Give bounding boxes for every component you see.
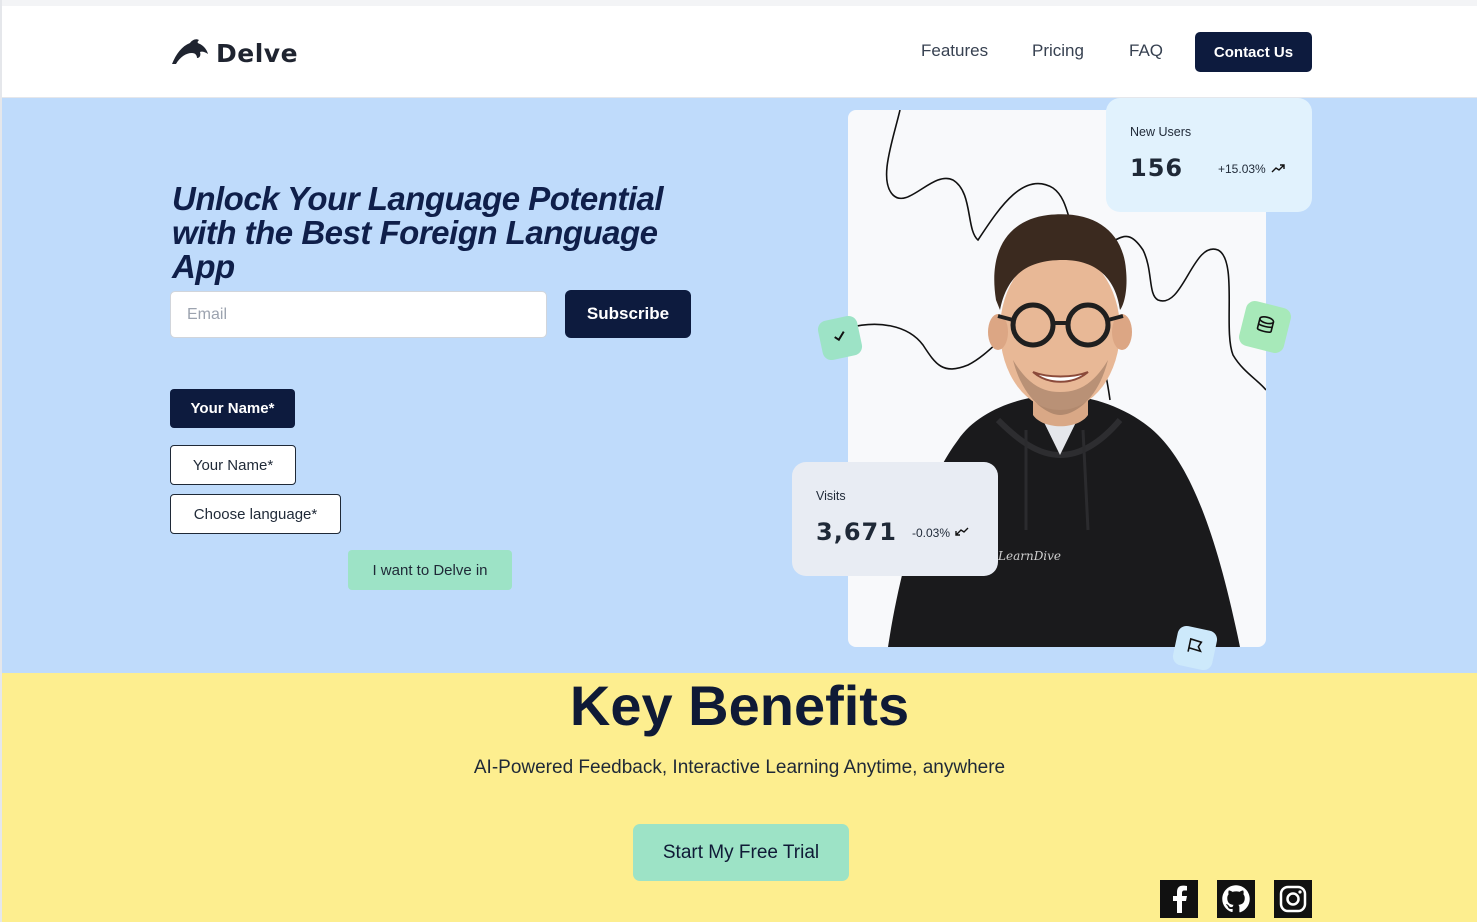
contact-us-button[interactable]: Contact Us bbox=[1195, 32, 1312, 72]
benefits-title: Key Benefits bbox=[569, 674, 910, 737]
flag-badge bbox=[1171, 624, 1219, 672]
flag-icon bbox=[1184, 635, 1206, 661]
nav-faq[interactable]: FAQ bbox=[1129, 41, 1163, 61]
logo-text: Delve bbox=[216, 39, 299, 68]
site-header: Delve Features Pricing FAQ Contact Us bbox=[2, 6, 1477, 98]
new-users-label: New Users bbox=[1130, 125, 1192, 139]
new-users-card: New Users 156 +15.03% bbox=[1106, 98, 1312, 212]
email-input[interactable] bbox=[170, 291, 547, 338]
visits-label: Visits bbox=[816, 489, 846, 503]
nav-pricing[interactable]: Pricing bbox=[1032, 41, 1084, 61]
facebook-icon[interactable] bbox=[1160, 880, 1198, 918]
hero-section: Unlock Your Language Potential with the … bbox=[2, 98, 1477, 673]
subscribe-button[interactable]: Subscribe bbox=[565, 290, 691, 338]
check-icon bbox=[830, 326, 850, 350]
your-name-button[interactable]: Your Name* bbox=[170, 389, 295, 428]
trend-down-icon bbox=[955, 526, 969, 540]
svg-text:LearnDive: LearnDive bbox=[997, 549, 1061, 563]
choose-language-select[interactable]: Choose language* bbox=[170, 494, 341, 534]
benefits-subtitle: AI-Powered Feedback, Interactive Learnin… bbox=[473, 757, 1006, 778]
visits-value: 3,671 bbox=[816, 518, 897, 546]
github-icon[interactable] bbox=[1217, 880, 1255, 918]
your-name-field[interactable]: Your Name* bbox=[170, 445, 296, 485]
check-badge bbox=[816, 314, 864, 362]
nav-features[interactable]: Features bbox=[921, 41, 988, 61]
benefits-section: Key Benefits AI-Powered Feedback, Intera… bbox=[2, 673, 1477, 922]
new-users-value: 156 bbox=[1130, 154, 1184, 182]
page-left-edge bbox=[0, 0, 2, 922]
visits-change-text: -0.03% bbox=[912, 526, 951, 540]
logo[interactable]: Delve bbox=[170, 36, 298, 71]
delve-in-button[interactable]: I want to Delve in bbox=[348, 550, 512, 590]
hero-title: Unlock Your Language Potential with the … bbox=[172, 180, 664, 285]
database-icon bbox=[1252, 312, 1277, 341]
instagram-icon[interactable] bbox=[1274, 880, 1312, 918]
visits-change: -0.03% bbox=[912, 526, 969, 540]
new-users-change: +15.03% bbox=[1218, 162, 1285, 176]
trend-up-icon bbox=[1271, 162, 1285, 176]
visits-card: Visits 3,671 -0.03% bbox=[792, 462, 998, 576]
new-users-change-text: +15.03% bbox=[1218, 162, 1266, 176]
start-free-trial-button[interactable]: Start My Free Trial bbox=[633, 824, 849, 881]
dolphin-logo-icon bbox=[170, 36, 210, 71]
